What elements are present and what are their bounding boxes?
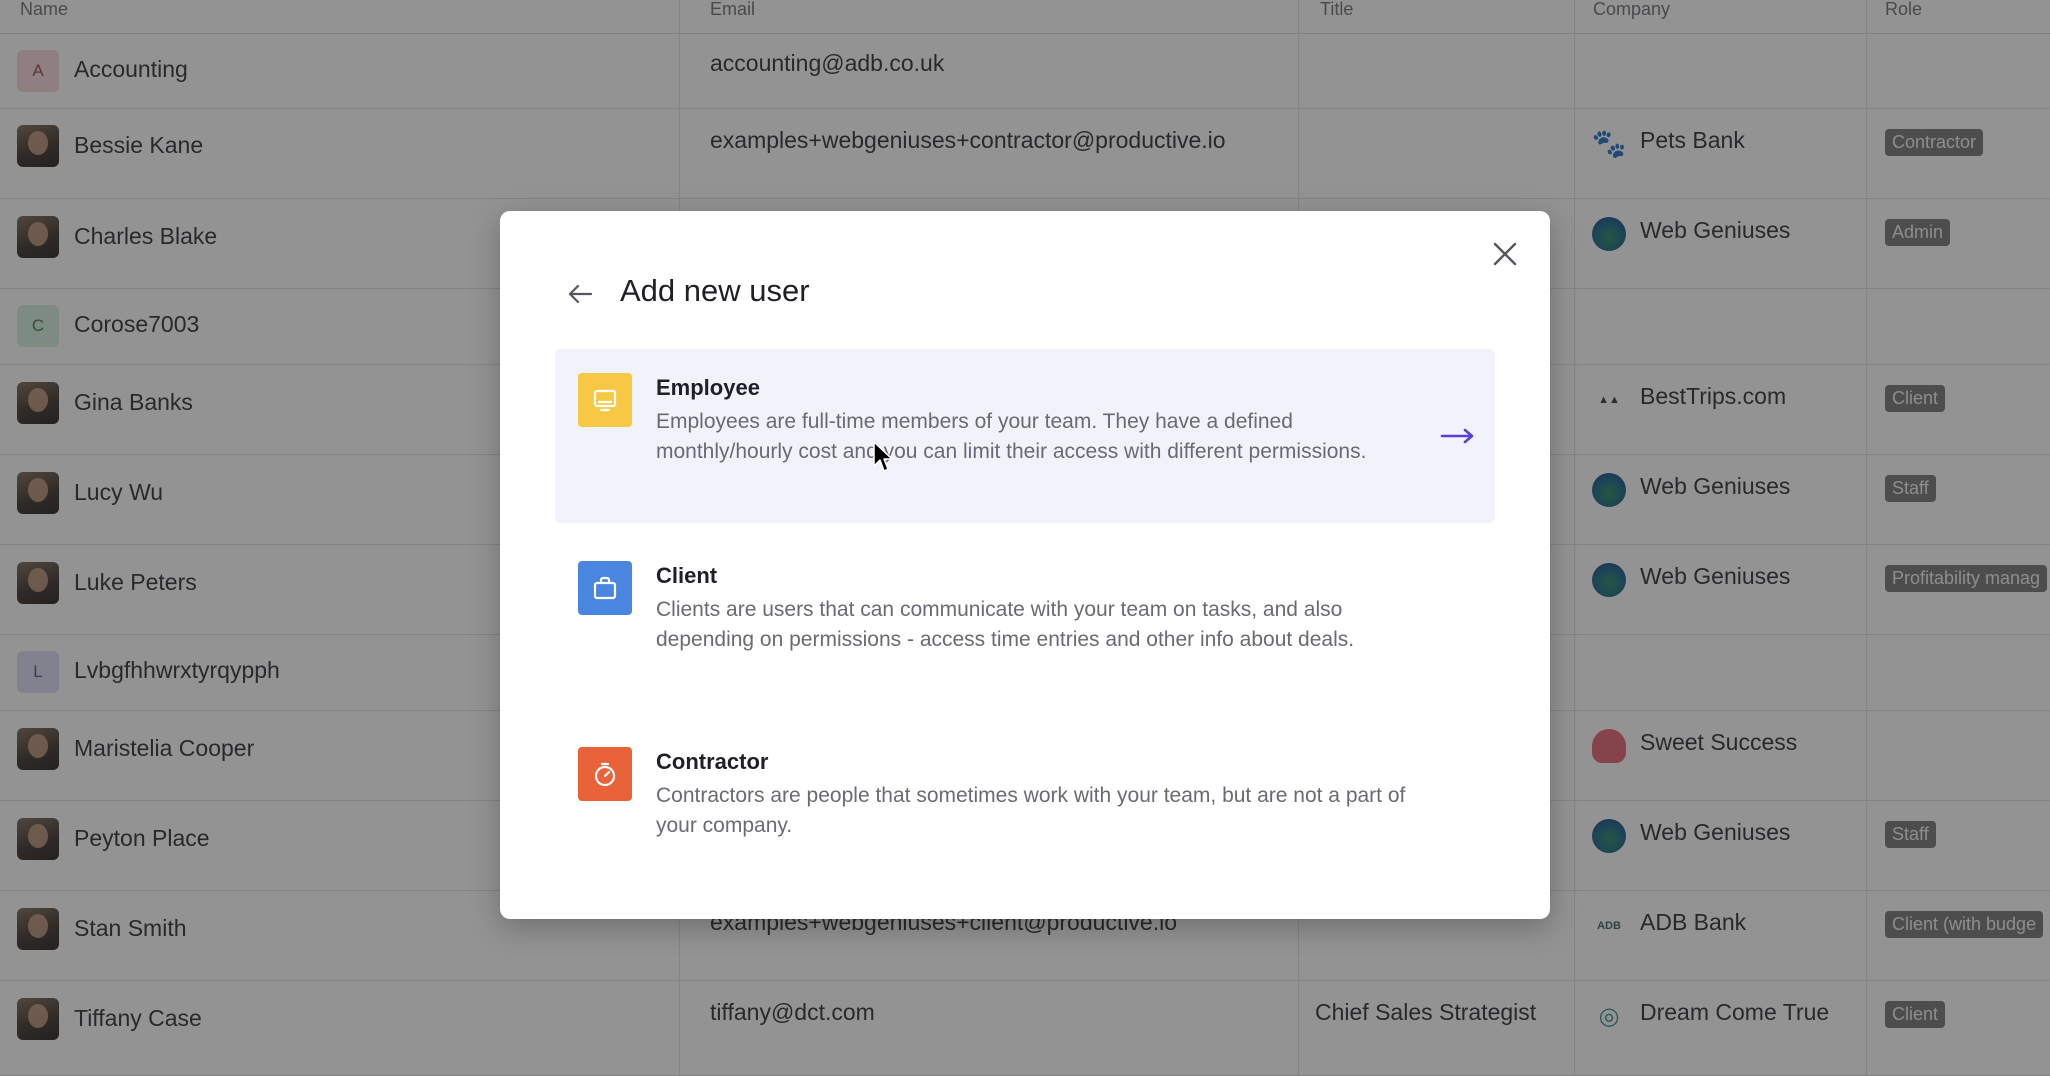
modal-title: Add new user [620,273,810,308]
monitor-icon [578,373,632,427]
option-contractor[interactable]: Contractor Contractors are people that s… [555,721,1495,871]
close-button[interactable] [1489,238,1521,270]
close-icon [1493,242,1517,266]
back-button[interactable] [565,279,595,309]
stopwatch-icon [578,747,632,801]
arrow-left-icon [568,284,593,304]
add-user-modal: Add new user Employee Employees are full… [500,211,1550,919]
option-client[interactable]: Client Clients are users that can commun… [555,535,1495,709]
option-description: Clients are users that can communicate w… [656,598,1355,651]
briefcase-icon [578,561,632,615]
arrow-right-icon [1440,428,1474,444]
option-description: Contractors are people that sometimes wo… [656,784,1406,837]
option-title: Client [656,563,718,588]
option-title: Employee [656,375,760,400]
option-employee[interactable]: Employee Employees are full-time members… [555,349,1495,523]
option-title: Contractor [656,749,769,774]
mouse-cursor-icon [873,441,893,472]
option-description: Employees are full-time members of your … [656,410,1367,463]
